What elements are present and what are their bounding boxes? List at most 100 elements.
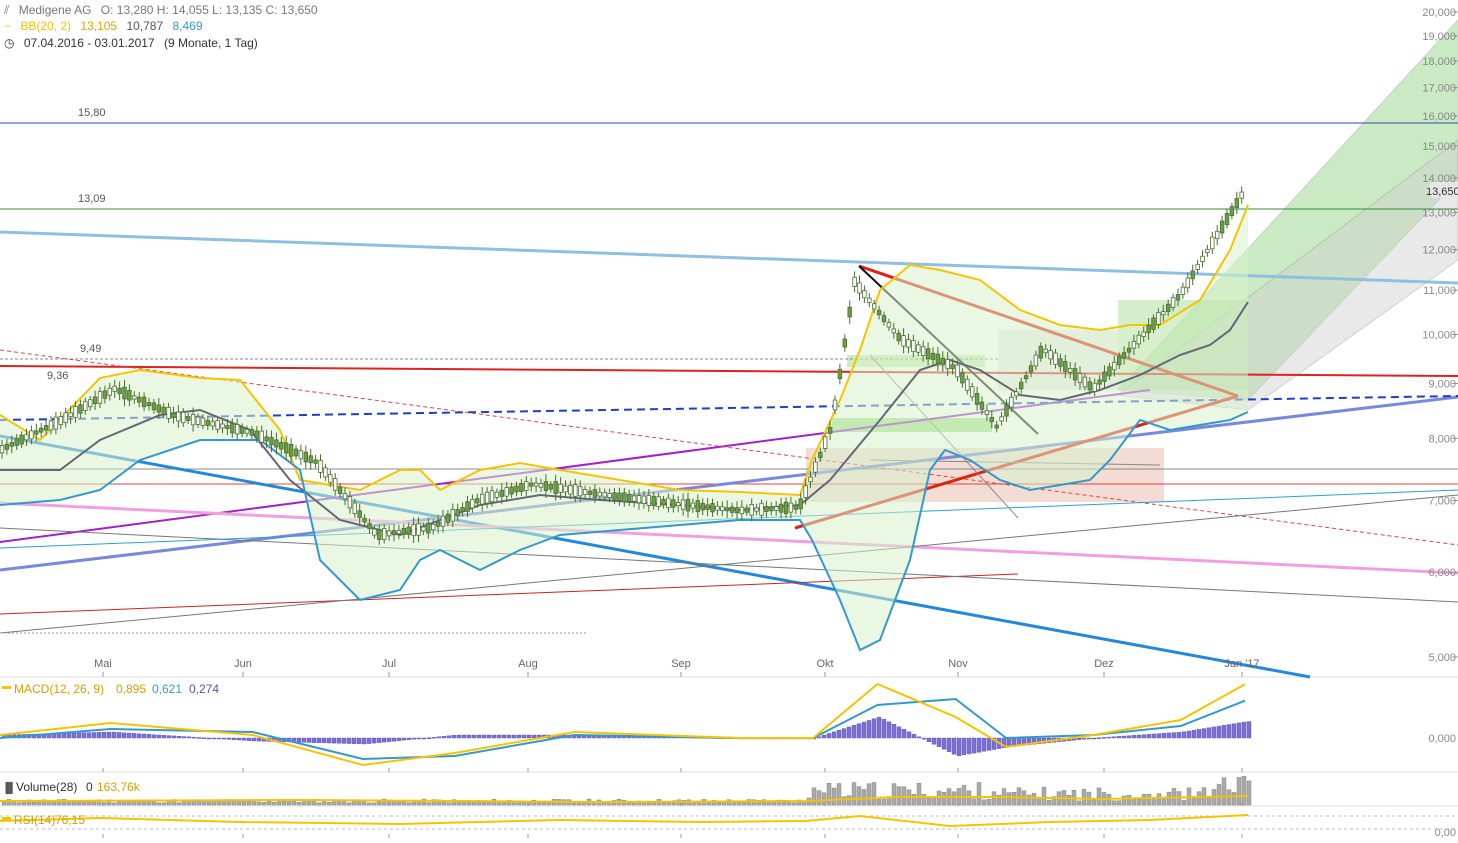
candle-body <box>435 521 441 527</box>
macd-histogram-bar <box>81 732 87 739</box>
macd-histogram-bar <box>356 737 362 745</box>
volume-bar <box>791 802 797 806</box>
candle-body <box>430 523 436 531</box>
macd-histogram-bar <box>376 737 382 743</box>
candle-body <box>671 499 676 508</box>
macd-histogram-bar <box>1186 730 1192 739</box>
candle-body <box>112 385 117 392</box>
candle-body <box>92 396 98 405</box>
candle-body <box>122 386 127 400</box>
chart-canvas[interactable]: 15,80 13,09 9,49 9,36 5,000 6,000 7,000 8,000 9,… <box>0 0 1458 839</box>
macd-value-1: 0,895 <box>116 682 146 696</box>
macd-histogram-bar <box>506 734 512 739</box>
price-tick-label: 9,000 <box>1428 379 1456 391</box>
macd-histogram-bar <box>191 736 197 739</box>
macd-histogram-bar <box>881 719 887 739</box>
volume-value-2: 163,76k <box>97 780 141 794</box>
macd-line <box>0 682 1246 767</box>
volume-bar <box>921 794 927 806</box>
volume-bar <box>326 802 332 806</box>
macd-histogram-bar <box>421 737 427 740</box>
candle-body <box>210 421 215 427</box>
chart-type-icon[interactable]: ⫽ <box>4 3 9 17</box>
macd-histogram-bar <box>1141 734 1147 739</box>
chart-stage[interactable]: 15,80 13,09 9,49 9,36 5,000 6,000 7,000 8,000 9,… <box>0 0 1458 839</box>
macd-value-3: 0,274 <box>189 682 219 696</box>
macd-histogram-bar <box>846 726 852 739</box>
volume-bar <box>31 802 37 806</box>
volume-bar <box>16 802 22 806</box>
macd-histogram-bar <box>931 737 937 745</box>
volume-value-1: 0 <box>86 780 93 794</box>
price-tick-label: 15,000 <box>1422 141 1456 153</box>
candle-body <box>43 425 49 431</box>
time-tick-label: Nov <box>948 658 968 670</box>
volume-bar <box>331 801 337 806</box>
candle-body <box>1195 263 1200 270</box>
macd-histogram-bar <box>66 732 72 739</box>
candle-body <box>984 410 990 415</box>
macd-histogram-bar <box>406 737 412 740</box>
volume-bar <box>1111 800 1117 806</box>
volume-bar <box>896 786 902 806</box>
macd-histogram-bar <box>156 734 162 739</box>
macd-histogram-bar <box>471 734 477 739</box>
time-tick-label: Mai <box>94 658 112 670</box>
candle-body <box>857 282 862 294</box>
candle-body <box>759 502 764 516</box>
candle-body <box>1156 312 1161 325</box>
macd-histogram-bar <box>1176 732 1182 739</box>
macd-histogram-bar <box>231 737 237 740</box>
candle-body <box>582 489 588 496</box>
candle-body <box>627 493 632 502</box>
macd-histogram-bar <box>461 734 467 739</box>
candle-body <box>1014 391 1019 397</box>
macd-histogram-bar <box>1146 734 1152 739</box>
candle-body <box>911 340 916 353</box>
macd-histogram-bar <box>1191 729 1197 739</box>
candle-body <box>715 505 720 511</box>
candle-body <box>862 290 867 299</box>
candle-body <box>381 528 387 540</box>
bb-lower-value: 8,469 <box>172 19 203 33</box>
candle-body <box>117 387 122 394</box>
macd-histogram-bar <box>486 734 492 739</box>
candle-body <box>764 506 769 512</box>
macd-histogram-bar <box>986 737 992 751</box>
candle-body <box>744 507 749 513</box>
candle-body <box>244 429 250 434</box>
macd-histogram-bar <box>1096 737 1102 739</box>
candle-body <box>161 406 166 415</box>
candle-body <box>1175 294 1181 301</box>
candle-body <box>818 451 823 458</box>
candle-body <box>1028 365 1034 373</box>
macd-histogram-bar <box>76 732 82 739</box>
candle-body <box>1185 277 1190 289</box>
candle-body <box>239 426 245 434</box>
candle-body <box>1131 341 1137 349</box>
volume-bar <box>46 801 52 806</box>
candle-body <box>597 491 602 497</box>
candle-body <box>323 467 328 478</box>
volume-bar <box>146 801 152 806</box>
candle-body <box>230 422 235 434</box>
candle-body <box>568 485 573 495</box>
candle-body <box>1048 350 1053 360</box>
legend-bollinger[interactable]: − BB(20, 2) 13,105 10,787 8,469 <box>4 19 209 33</box>
volume-bar <box>1156 793 1162 806</box>
candle-body <box>107 387 112 396</box>
macd-axis-zero: 0,000 <box>1428 733 1456 745</box>
macd-histogram-bar <box>1166 732 1172 739</box>
candle-body <box>680 499 686 510</box>
volume-bar <box>651 802 657 806</box>
candle-body <box>308 455 313 464</box>
macd-histogram-bar <box>496 734 502 739</box>
macd-histogram-bar <box>386 737 392 742</box>
macd-histogram-bar <box>956 737 962 756</box>
candle-body <box>48 420 54 431</box>
candle-body <box>494 491 500 498</box>
macd-histogram-bar <box>456 734 462 739</box>
volume-bar <box>941 791 947 806</box>
candle-body <box>401 527 406 535</box>
macd-histogram-bar <box>1116 736 1122 739</box>
